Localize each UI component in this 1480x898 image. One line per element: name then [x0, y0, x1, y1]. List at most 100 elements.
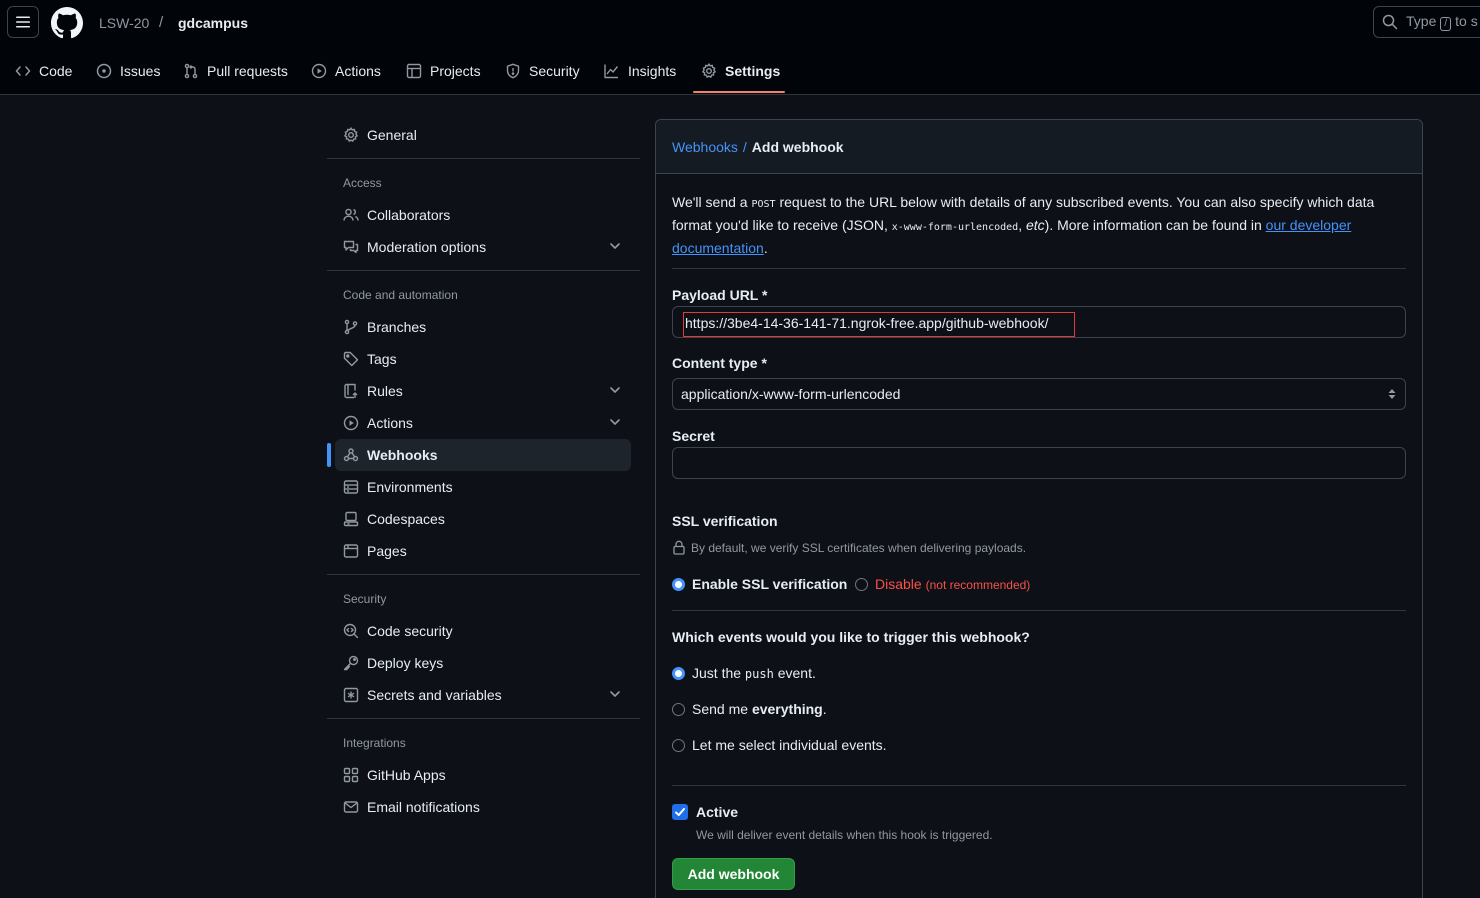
event-individual-radio[interactable]: [672, 738, 685, 752]
event-option-everything[interactable]: Send me everything.: [672, 701, 827, 717]
sidebar-item-label: Secrets and variables: [367, 687, 502, 703]
event-option-individual[interactable]: Let me select individual events.: [672, 737, 887, 753]
sidebar-item-code-security[interactable]: Code security: [335, 615, 631, 647]
repo-push-icon: [344, 383, 358, 399]
search-input[interactable]: Type / to s: [1373, 6, 1480, 38]
gear-icon: [343, 127, 359, 143]
sidebar-heading-integrations: Integrations: [343, 736, 406, 750]
tab-projects[interactable]: Projects: [406, 48, 481, 94]
disable-ssl-option[interactable]: Disable (not recommended): [855, 576, 1030, 592]
tab-actions[interactable]: Actions: [311, 48, 381, 94]
sidebar-item-rules[interactable]: Rules: [335, 375, 631, 407]
tab-security[interactable]: Security: [505, 48, 580, 94]
tab-settings[interactable]: Settings: [701, 48, 780, 94]
sidebar-item-label: Code security: [367, 623, 453, 639]
menu-button[interactable]: [7, 6, 39, 38]
sidebar-item-secrets-variables[interactable]: Secrets and variables: [335, 679, 631, 711]
event-individual-label: Let me select individual events.: [692, 737, 887, 753]
events-question: Which events would you like to trigger t…: [672, 629, 1030, 645]
add-webhook-button[interactable]: Add webhook: [672, 858, 795, 890]
secret-label: Secret: [672, 428, 715, 444]
content-type-select[interactable]: application/x-www-form-urlencoded: [672, 378, 1406, 410]
play-icon: [343, 415, 359, 431]
tab-issues[interactable]: Issues: [96, 48, 160, 94]
chevron-down-icon: [610, 387, 620, 393]
sidebar-item-pages[interactable]: Pages: [335, 535, 631, 567]
sidebar-item-branches[interactable]: Branches: [335, 311, 631, 343]
sidebar-item-actions[interactable]: Actions: [335, 407, 631, 439]
active-checkbox[interactable]: [672, 804, 688, 820]
active-item-indicator: [327, 443, 331, 467]
sidebar-item-general[interactable]: General: [335, 119, 631, 151]
tab-issues-label: Issues: [120, 63, 161, 79]
section-divider: [672, 268, 1406, 269]
tab-actions-label: Actions: [335, 63, 381, 79]
selected-tab-underline: [693, 91, 785, 93]
sidebar-item-label: Collaborators: [367, 207, 451, 223]
event-option-push[interactable]: Just the push event.: [672, 665, 816, 681]
sidebar-item-label: Actions: [367, 415, 413, 431]
sidebar-item-label: GitHub Apps: [367, 767, 446, 783]
tab-insights[interactable]: Insights: [603, 48, 676, 94]
gear-icon: [701, 63, 717, 79]
secret-input[interactable]: [672, 447, 1406, 479]
sidebar-item-label: Rules: [367, 383, 403, 399]
sidebar-item-label: Pages: [367, 543, 407, 559]
tag-icon: [343, 351, 359, 367]
breadcrumb-owner-link[interactable]: LSW-20: [99, 15, 149, 31]
code-icon: [15, 66, 31, 76]
active-option[interactable]: Active: [672, 804, 738, 820]
key-asterisk-icon: [343, 687, 359, 703]
event-everything-label: Send me everything.: [692, 701, 827, 717]
section-divider: [672, 785, 1406, 786]
urlencoded-code: x-www-form-urlencoded: [891, 222, 1019, 233]
sidebar-item-github-apps[interactable]: GitHub Apps: [335, 759, 631, 791]
tab-pull-requests-label: Pull requests: [207, 63, 288, 79]
enable-ssl-option[interactable]: Enable SSL verification: [672, 576, 847, 592]
mail-icon: [343, 801, 359, 813]
key-icon: [343, 655, 359, 671]
select-arrows-icon: [1388, 389, 1396, 399]
event-push-radio[interactable]: [672, 666, 685, 680]
ssl-verification-title: SSL verification: [672, 513, 778, 529]
payload-url-label: Payload URL *: [672, 287, 768, 303]
breadcrumb-repo-link[interactable]: gdcampus: [178, 15, 248, 31]
webhooks-breadcrumb-link[interactable]: Webhooks: [672, 139, 738, 155]
sidebar-item-webhooks[interactable]: Webhooks: [335, 439, 631, 471]
search-shortcut-key: /: [1440, 17, 1452, 31]
sidebar-heading-security: Security: [343, 592, 387, 606]
disable-ssl-radio[interactable]: [855, 577, 868, 591]
sidebar-item-email-notifications[interactable]: Email notifications: [335, 791, 631, 823]
post-code: POST: [751, 199, 776, 210]
active-note: We will deliver event details when this …: [696, 828, 993, 842]
codespaces-icon: [343, 511, 359, 527]
sidebar-item-tags[interactable]: Tags: [335, 343, 631, 375]
event-push-label: Just the push event.: [692, 665, 816, 681]
sidebar-item-environments[interactable]: Environments: [335, 471, 631, 503]
server-icon: [343, 480, 359, 494]
active-label: Active: [696, 804, 739, 820]
tab-code[interactable]: Code: [15, 48, 72, 94]
content-type-label: Content type *: [672, 355, 767, 371]
github-logo-icon[interactable]: [51, 7, 83, 39]
graph-icon: [604, 64, 619, 79]
content-type-value: application/x-www-form-urlencoded: [681, 386, 901, 402]
sidebar-item-label: Deploy keys: [367, 655, 444, 671]
lock-icon: [673, 540, 685, 555]
sidebar-item-moderation-options[interactable]: Moderation options: [335, 231, 631, 263]
payload-url-input[interactable]: https://3be4-14-36-141-71.ngrok-free.app…: [672, 306, 1406, 338]
sidebar-item-deploy-keys[interactable]: Deploy keys: [335, 647, 631, 679]
webhook-icon: [343, 448, 359, 462]
enable-ssl-radio[interactable]: [672, 577, 685, 591]
sidebar-item-label: Tags: [367, 351, 397, 367]
play-icon: [311, 63, 327, 79]
chevron-down-icon: [610, 243, 620, 249]
sidebar-item-collaborators[interactable]: Collaborators: [335, 199, 631, 231]
shield-icon: [506, 63, 520, 79]
tab-insights-label: Insights: [628, 63, 677, 79]
tab-pull-requests[interactable]: Pull requests: [183, 48, 288, 94]
sidebar-item-codespaces[interactable]: Codespaces: [335, 503, 631, 535]
sidebar-divider: [327, 718, 640, 719]
event-everything-radio[interactable]: [672, 702, 685, 716]
sidebar-item-label: Email notifications: [367, 799, 480, 815]
